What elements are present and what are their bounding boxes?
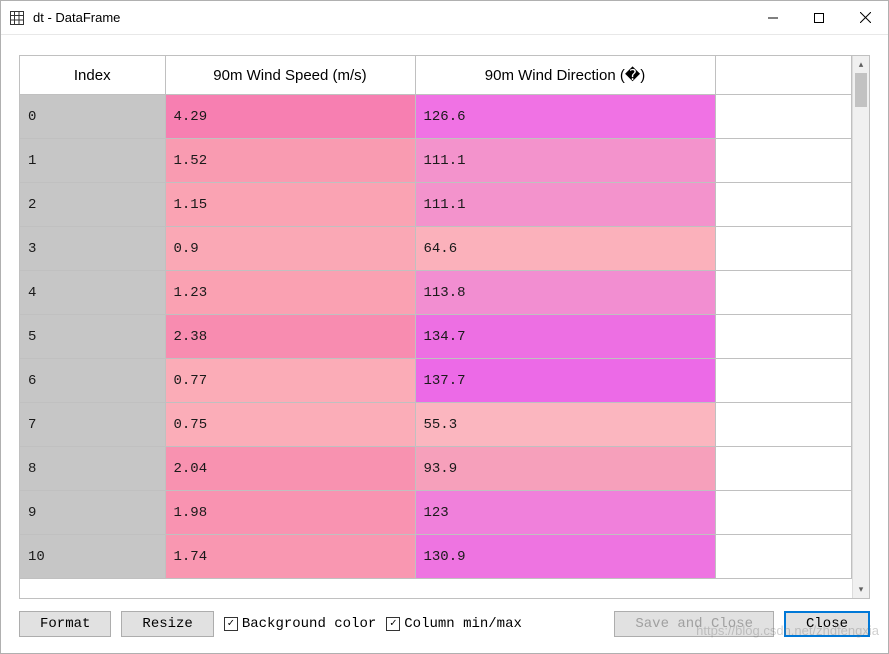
table-row[interactable]: 101.74130.9 [20,535,852,579]
table-row[interactable]: 04.29126.6 [20,95,852,139]
resize-button[interactable]: Resize [121,611,213,637]
header-direction[interactable]: 90m Wind Direction (�) [415,56,715,95]
table-wrap: Index 90m Wind Speed (m/s) 90m Wind Dire… [19,55,870,599]
cell-direction[interactable]: 111.1 [415,139,715,183]
cell-direction[interactable]: 113.8 [415,271,715,315]
window: dt - DataFrame Index [0,0,889,654]
column-minmax-label: Column min/max [404,616,522,632]
table-row[interactable]: 30.964.6 [20,227,852,271]
cell-index[interactable]: 4 [20,271,165,315]
cell-direction[interactable]: 93.9 [415,447,715,491]
scroll-thumb[interactable] [855,73,867,107]
cell-direction[interactable]: 130.9 [415,535,715,579]
cell-speed[interactable]: 4.29 [165,95,415,139]
cell-index[interactable]: 2 [20,183,165,227]
cell-index[interactable]: 8 [20,447,165,491]
table-row[interactable]: 70.7555.3 [20,403,852,447]
background-color-checkbox[interactable]: ✓ Background color [224,616,376,632]
header-index[interactable]: Index [20,56,165,95]
cell-speed[interactable]: 2.04 [165,447,415,491]
background-color-label: Background color [242,616,376,632]
checkbox-checked-icon: ✓ [224,617,238,631]
cell-direction[interactable]: 111.1 [415,183,715,227]
window-title: dt - DataFrame [33,10,750,25]
header-blank [715,56,852,95]
cell-speed[interactable]: 0.9 [165,227,415,271]
cell-blank [715,359,852,403]
table-row[interactable]: 60.77137.7 [20,359,852,403]
cell-index[interactable]: 3 [20,227,165,271]
cell-blank [715,491,852,535]
cell-blank [715,271,852,315]
cell-blank [715,403,852,447]
cell-direction[interactable]: 126.6 [415,95,715,139]
cell-index[interactable]: 10 [20,535,165,579]
cell-direction[interactable]: 134.7 [415,315,715,359]
cell-blank [715,183,852,227]
cell-direction[interactable]: 64.6 [415,227,715,271]
cell-blank [715,535,852,579]
table-grid-icon [9,10,25,26]
cell-speed[interactable]: 1.15 [165,183,415,227]
table-row[interactable]: 21.15111.1 [20,183,852,227]
cell-blank [715,139,852,183]
table-row[interactable]: 82.0493.9 [20,447,852,491]
checkbox-checked-icon: ✓ [386,617,400,631]
titlebar[interactable]: dt - DataFrame [1,1,888,35]
content-area: Index 90m Wind Speed (m/s) 90m Wind Dire… [1,35,888,653]
footer-toolbar: Format Resize ✓ Background color ✓ Colum… [19,599,870,641]
cell-speed[interactable]: 1.98 [165,491,415,535]
cell-index[interactable]: 1 [20,139,165,183]
cell-index[interactable]: 6 [20,359,165,403]
save-and-close-button[interactable]: Save and Close [614,611,774,637]
cell-speed[interactable]: 0.75 [165,403,415,447]
table-row[interactable]: 52.38134.7 [20,315,852,359]
cell-speed[interactable]: 0.77 [165,359,415,403]
cell-index[interactable]: 9 [20,491,165,535]
dataframe-table: Index 90m Wind Speed (m/s) 90m Wind Dire… [20,56,852,579]
table-row[interactable]: 41.23113.8 [20,271,852,315]
cell-speed[interactable]: 2.38 [165,315,415,359]
cell-speed[interactable]: 1.52 [165,139,415,183]
cell-blank [715,447,852,491]
table-row[interactable]: 91.98123 [20,491,852,535]
cell-direction[interactable]: 55.3 [415,403,715,447]
cell-blank [715,227,852,271]
column-minmax-checkbox[interactable]: ✓ Column min/max [386,616,522,632]
close-button[interactable]: Close [784,611,870,637]
minimize-button[interactable] [750,1,796,34]
cell-index[interactable]: 0 [20,95,165,139]
cell-speed[interactable]: 1.23 [165,271,415,315]
table-row[interactable]: 11.52111.1 [20,139,852,183]
vertical-scrollbar[interactable]: ▴ ▾ [852,56,869,598]
scroll-down-arrow-icon[interactable]: ▾ [853,581,869,598]
close-window-button[interactable] [842,1,888,34]
cell-direction[interactable]: 137.7 [415,359,715,403]
table-scroll[interactable]: Index 90m Wind Speed (m/s) 90m Wind Dire… [20,56,852,598]
cell-direction[interactable]: 123 [415,491,715,535]
format-button[interactable]: Format [19,611,111,637]
header-speed[interactable]: 90m Wind Speed (m/s) [165,56,415,95]
cell-speed[interactable]: 1.74 [165,535,415,579]
window-controls [750,1,888,34]
cell-blank [715,315,852,359]
cell-index[interactable]: 5 [20,315,165,359]
cell-blank [715,95,852,139]
scroll-up-arrow-icon[interactable]: ▴ [853,56,869,73]
cell-index[interactable]: 7 [20,403,165,447]
maximize-button[interactable] [796,1,842,34]
